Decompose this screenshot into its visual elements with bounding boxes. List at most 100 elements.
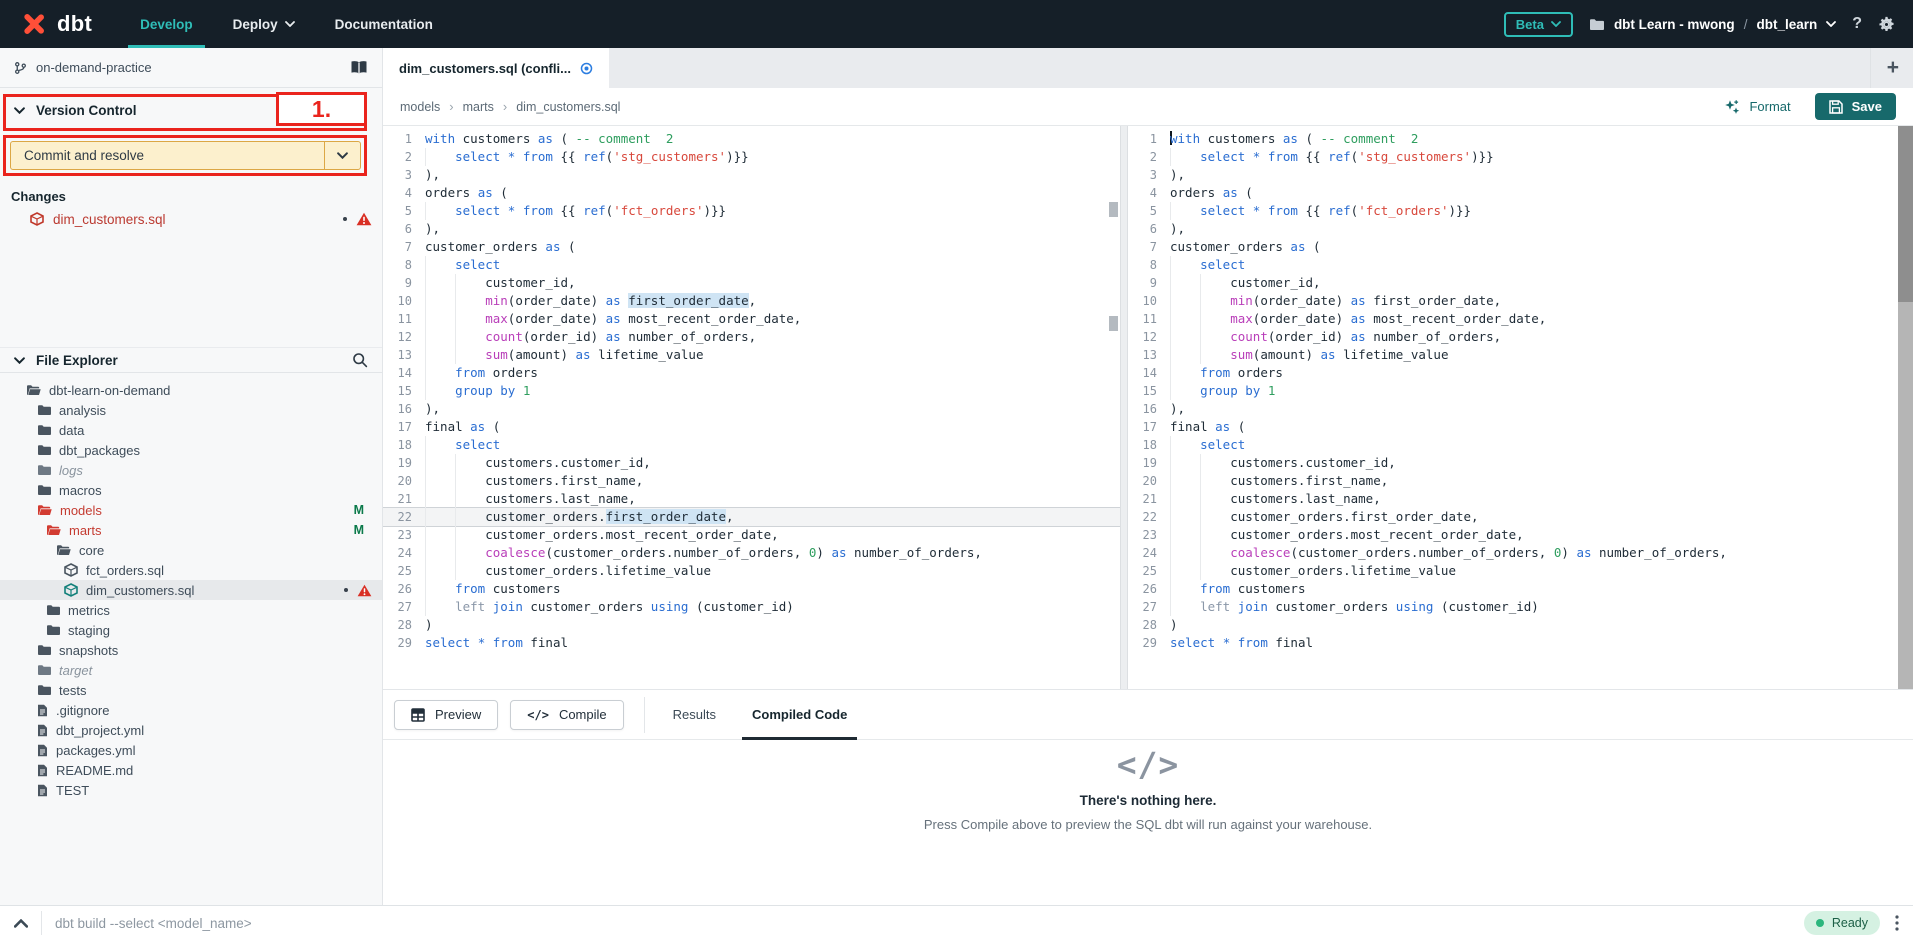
tab-results[interactable]: Results — [655, 690, 734, 740]
code-line-2[interactable]: 2 select * from {{ ref('stg_customers')}… — [383, 148, 1120, 166]
code-line-28[interactable]: 28) — [1128, 616, 1898, 634]
code-line-16[interactable]: 16), — [383, 400, 1120, 418]
code-line-12[interactable]: 12 count(order_id) as number_of_orders, — [383, 328, 1120, 346]
project-selector[interactable]: dbt Learn - mwong / dbt_learn — [1589, 17, 1836, 32]
tree-item-marts[interactable]: martsM — [0, 520, 382, 540]
code-line-5[interactable]: 5 select * from {{ ref('fct_orders')}} — [1128, 202, 1898, 220]
changed-file-row[interactable]: dim_customers.sql — [0, 207, 382, 231]
code-line-9[interactable]: 9 customer_id, — [383, 274, 1120, 292]
branch-selector[interactable]: on-demand-practice — [0, 48, 382, 88]
code-line-1[interactable]: 1with customers as ( -- comment 2 — [1128, 130, 1898, 148]
code-line-8[interactable]: 8 select — [383, 256, 1120, 274]
code-line-6[interactable]: 6), — [383, 220, 1120, 238]
code-line-11[interactable]: 11 max(order_date) as most_recent_order_… — [1128, 310, 1898, 328]
code-line-18[interactable]: 18 select — [1128, 436, 1898, 454]
code-line-26[interactable]: 26 from customers — [383, 580, 1120, 598]
code-line-23[interactable]: 23 customer_orders.most_recent_order_dat… — [1128, 526, 1898, 544]
code-line-16[interactable]: 16), — [1128, 400, 1898, 418]
code-line-20[interactable]: 20 customers.first_name, — [1128, 472, 1898, 490]
split-divider[interactable] — [1120, 126, 1128, 689]
tree-item-dim_customers.sql[interactable]: dim_customers.sql — [0, 580, 382, 600]
code-line-22[interactable]: 22 customer_orders.first_order_date, — [1128, 508, 1898, 526]
code-line-23[interactable]: 23 customer_orders.most_recent_order_dat… — [383, 526, 1120, 544]
left-scrollbar-thumb[interactable] — [1109, 202, 1118, 217]
code-line-7[interactable]: 7customer_orders as ( — [1128, 238, 1898, 256]
tree-item-snapshots[interactable]: snapshots — [0, 640, 382, 660]
file-explorer-header[interactable]: File Explorer — [0, 347, 382, 373]
tree-item-analysis[interactable]: analysis — [0, 400, 382, 420]
tab-compiled-code[interactable]: Compiled Code — [734, 690, 865, 740]
code-line-14[interactable]: 14 from orders — [383, 364, 1120, 382]
search-icon[interactable] — [352, 352, 368, 368]
tree-item-dbt_project.yml[interactable]: dbt_project.yml — [0, 720, 382, 740]
code-line-10[interactable]: 10 min(order_date) as first_order_date, — [1128, 292, 1898, 310]
nav-tab-deploy[interactable]: Deploy — [233, 0, 295, 48]
help-icon[interactable]: ? — [1852, 15, 1862, 33]
tree-item-dbt-learn-on-demand[interactable]: dbt-learn-on-demand — [0, 380, 382, 400]
code-line-26[interactable]: 26 from customers — [1128, 580, 1898, 598]
preview-button[interactable]: Preview — [394, 700, 498, 730]
tree-item-macros[interactable]: macros — [0, 480, 382, 500]
editor-pane-right[interactable]: 1with customers as ( -- comment 22 selec… — [1128, 126, 1913, 689]
tree-item-fct_orders.sql[interactable]: fct_orders.sql — [0, 560, 382, 580]
tree-item-TEST[interactable]: TEST — [0, 780, 382, 800]
right-scrollbar-track[interactable] — [1898, 126, 1913, 689]
code-line-8[interactable]: 8 select — [1128, 256, 1898, 274]
docs-book-icon[interactable] — [350, 60, 368, 75]
code-line-3[interactable]: 3), — [383, 166, 1120, 184]
code-line-2[interactable]: 2 select * from {{ ref('stg_customers')}… — [1128, 148, 1898, 166]
tree-item-.gitignore[interactable]: .gitignore — [0, 700, 382, 720]
code-line-6[interactable]: 6), — [1128, 220, 1898, 238]
code-line-18[interactable]: 18 select — [383, 436, 1120, 454]
code-line-19[interactable]: 19 customers.customer_id, — [383, 454, 1120, 472]
code-line-22[interactable]: 22 customer_orders.first_order_date, — [383, 508, 1120, 526]
code-line-12[interactable]: 12 count(order_id) as number_of_orders, — [1128, 328, 1898, 346]
tree-item-metrics[interactable]: metrics — [0, 600, 382, 620]
left-scrollbar-thumb[interactable] — [1109, 316, 1118, 331]
code-left[interactable]: 1with customers as ( -- comment 22 selec… — [383, 126, 1120, 652]
chevron-up-icon[interactable] — [14, 919, 28, 928]
code-line-3[interactable]: 3), — [1128, 166, 1898, 184]
save-button[interactable]: Save — [1815, 93, 1896, 120]
tree-item-logs[interactable]: logs — [0, 460, 382, 480]
tree-item-models[interactable]: modelsM — [0, 500, 382, 520]
code-line-29[interactable]: 29select * from final — [383, 634, 1120, 652]
tree-item-dbt_packages[interactable]: dbt_packages — [0, 440, 382, 460]
code-line-28[interactable]: 28) — [383, 616, 1120, 634]
code-line-29[interactable]: 29select * from final — [1128, 634, 1898, 652]
code-line-27[interactable]: 27 left join customer_orders using (cust… — [1128, 598, 1898, 616]
editor-tab-dim-customers[interactable]: dim_customers.sql (confli... — [383, 48, 609, 88]
beta-dropdown[interactable]: Beta — [1504, 12, 1573, 37]
tree-item-README.md[interactable]: README.md — [0, 760, 382, 780]
code-right[interactable]: 1with customers as ( -- comment 22 selec… — [1128, 126, 1898, 652]
right-scrollbar-thumb[interactable] — [1898, 126, 1913, 302]
code-line-24[interactable]: 24 coalesce(customer_orders.number_of_or… — [383, 544, 1120, 562]
kebab-menu-icon[interactable] — [1895, 915, 1899, 931]
code-line-21[interactable]: 21 customers.last_name, — [1128, 490, 1898, 508]
nav-tab-documentation[interactable]: Documentation — [335, 0, 433, 48]
code-line-5[interactable]: 5 select * from {{ ref('fct_orders')}} — [383, 202, 1120, 220]
tree-item-tests[interactable]: tests — [0, 680, 382, 700]
code-line-19[interactable]: 19 customers.customer_id, — [1128, 454, 1898, 472]
code-line-24[interactable]: 24 coalesce(customer_orders.number_of_or… — [1128, 544, 1898, 562]
code-line-17[interactable]: 17final as ( — [383, 418, 1120, 436]
code-line-21[interactable]: 21 customers.last_name, — [383, 490, 1120, 508]
code-line-20[interactable]: 20 customers.first_name, — [383, 472, 1120, 490]
tree-item-staging[interactable]: staging — [0, 620, 382, 640]
code-line-4[interactable]: 4orders as ( — [1128, 184, 1898, 202]
code-line-7[interactable]: 7customer_orders as ( — [383, 238, 1120, 256]
code-line-17[interactable]: 17final as ( — [1128, 418, 1898, 436]
code-line-27[interactable]: 27 left join customer_orders using (cust… — [383, 598, 1120, 616]
tree-item-core[interactable]: core — [0, 540, 382, 560]
code-line-1[interactable]: 1with customers as ( -- comment 2 — [383, 130, 1120, 148]
compile-button[interactable]: </> Compile — [510, 700, 623, 730]
code-line-13[interactable]: 13 sum(amount) as lifetime_value — [383, 346, 1120, 364]
code-line-4[interactable]: 4orders as ( — [383, 184, 1120, 202]
tree-item-target[interactable]: target — [0, 660, 382, 680]
code-line-15[interactable]: 15 group by 1 — [1128, 382, 1898, 400]
code-line-15[interactable]: 15 group by 1 — [383, 382, 1120, 400]
tree-item-packages.yml[interactable]: packages.yml — [0, 740, 382, 760]
dbt-logo[interactable]: dbt — [0, 10, 120, 38]
code-line-25[interactable]: 25 customer_orders.lifetime_value — [383, 562, 1120, 580]
code-line-10[interactable]: 10 min(order_date) as first_order_date, — [383, 292, 1120, 310]
